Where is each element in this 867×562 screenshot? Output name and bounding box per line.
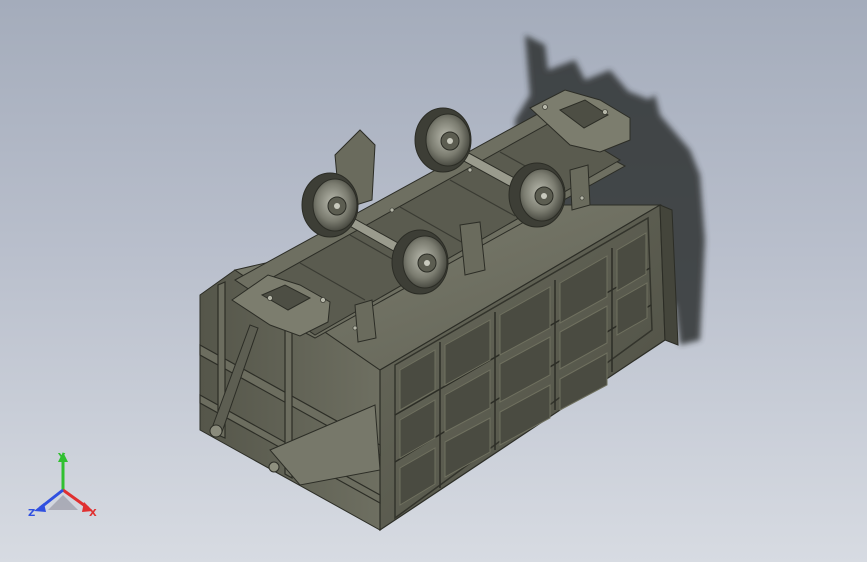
drawbar-eye (209, 424, 223, 438)
triad-z-arrow (34, 503, 46, 512)
hitch-pin (268, 461, 280, 473)
triad-z-label: Z (28, 508, 35, 519)
wheel-front-left[interactable] (301, 172, 359, 238)
wheel-rear-left[interactable] (414, 107, 472, 173)
triad-x-label: X (89, 508, 97, 519)
model-scene[interactable]: Y X Z (0, 0, 867, 562)
wheel-rear-right[interactable] (508, 162, 566, 228)
view-orientation-triad[interactable]: Y X Z (28, 452, 97, 519)
triad-y-label: Y (57, 452, 66, 463)
graphics-viewport[interactable]: Y X Z (0, 0, 867, 562)
wheel-front-right[interactable] (391, 229, 449, 295)
